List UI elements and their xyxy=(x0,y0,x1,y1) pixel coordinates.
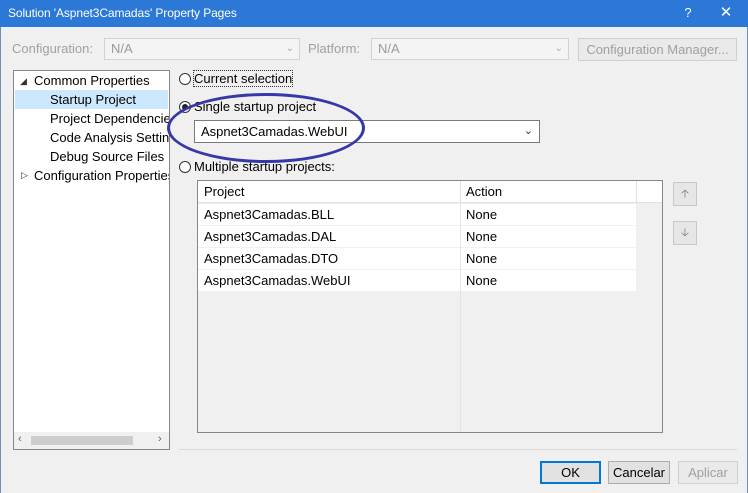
current-selection-label[interactable]: Current selection xyxy=(192,70,294,87)
platform-value: N/A xyxy=(378,41,400,56)
tree-item-code-analysis-settings[interactable]: Code Analysis Settings xyxy=(50,128,169,147)
property-pages-dialog: Configuration: N/A ⌄ Platform: N/A ⌄ Con… xyxy=(0,27,748,493)
close-button[interactable]: ✕ xyxy=(714,3,738,23)
project-name-cell: Aspnet3Camadas.DTO xyxy=(204,251,339,266)
grid-row[interactable]: Aspnet3Camadas.WebUI None xyxy=(198,270,636,292)
action-cell[interactable]: None xyxy=(466,207,497,222)
tree-item-common-properties[interactable]: Common Properties xyxy=(34,71,150,90)
apply-button[interactable]: Aplicar xyxy=(678,461,738,484)
column-separator[interactable] xyxy=(636,181,637,203)
project-name-cell: Aspnet3Camadas.BLL xyxy=(204,207,335,222)
tree-item-startup-project[interactable]: Startup Project xyxy=(15,90,168,109)
arrow-up-icon: 🡡 xyxy=(681,188,689,200)
scroll-left-icon[interactable]: ‹ xyxy=(18,433,22,445)
single-startup-project-select[interactable]: Aspnet3Camadas.WebUI ⌄ xyxy=(194,120,540,143)
grid-row[interactable]: Aspnet3Camadas.DAL None xyxy=(198,226,636,248)
scroll-right-icon[interactable]: › xyxy=(158,433,162,445)
configuration-select[interactable]: N/A ⌄ xyxy=(104,38,300,60)
help-button[interactable]: ? xyxy=(676,3,700,23)
startup-projects-grid: Project Action Aspnet3Camadas.BLL None A… xyxy=(197,180,663,433)
arrow-down-icon: 🡣 xyxy=(681,227,689,239)
horizontal-scrollbar[interactable]: ‹ › xyxy=(14,432,169,449)
scrollbar-thumb[interactable] xyxy=(31,436,133,445)
ok-button[interactable]: OK xyxy=(540,461,601,484)
window-title: Solution 'Aspnet3Camadas' Property Pages xyxy=(8,6,237,20)
collapsed-arrow-icon[interactable]: ▷ xyxy=(21,170,28,181)
project-name-cell: Aspnet3Camadas.DAL xyxy=(204,229,337,244)
column-header-action[interactable]: Action xyxy=(466,184,502,199)
cancel-button[interactable]: Cancelar xyxy=(608,461,670,484)
platform-select[interactable]: N/A ⌄ xyxy=(371,38,569,60)
column-divider-line xyxy=(460,203,461,432)
chevron-down-icon: ⌄ xyxy=(554,43,563,54)
grid-row[interactable]: Aspnet3Camadas.BLL None xyxy=(198,204,636,226)
column-separator[interactable] xyxy=(460,181,461,203)
tree-item-project-dependencies[interactable]: Project Dependencies xyxy=(50,109,169,128)
configuration-manager-button[interactable]: Configuration Manager... xyxy=(578,38,737,61)
single-startup-project-value: Aspnet3Camadas.WebUI xyxy=(201,124,348,139)
expanded-arrow-icon[interactable]: ◢ xyxy=(20,76,27,87)
multiple-startup-label[interactable]: Multiple startup projects: xyxy=(194,159,335,174)
platform-label: Platform: xyxy=(308,41,361,56)
tree-item-debug-source-files[interactable]: Debug Source Files xyxy=(50,147,164,166)
move-up-button[interactable]: 🡡 xyxy=(673,182,697,206)
single-startup-label[interactable]: Single startup project xyxy=(194,99,316,114)
action-cell[interactable]: None xyxy=(466,251,497,266)
configuration-value: N/A xyxy=(111,41,133,56)
current-selection-radio[interactable] xyxy=(179,73,191,85)
grid-row[interactable]: Aspnet3Camadas.DTO None xyxy=(198,248,636,270)
chevron-down-icon: ⌄ xyxy=(285,43,294,54)
move-down-button[interactable]: 🡣 xyxy=(673,221,697,245)
action-cell[interactable]: None xyxy=(466,273,497,288)
single-startup-radio[interactable] xyxy=(179,101,191,113)
title-bar: Solution 'Aspnet3Camadas' Property Pages… xyxy=(0,0,748,27)
tree-item-configuration-properties[interactable]: Configuration Properties xyxy=(34,166,169,185)
footer-divider xyxy=(179,449,737,450)
multiple-startup-radio[interactable] xyxy=(179,161,191,173)
configuration-label: Configuration: xyxy=(12,41,93,56)
action-cell[interactable]: None xyxy=(466,229,497,244)
grid-header: Project Action xyxy=(198,181,662,203)
property-tree[interactable]: ◢ Common Properties Startup Project Proj… xyxy=(13,70,170,450)
chevron-down-icon: ⌄ xyxy=(523,125,533,137)
column-header-project[interactable]: Project xyxy=(204,184,244,199)
project-name-cell: Aspnet3Camadas.WebUI xyxy=(204,273,351,288)
